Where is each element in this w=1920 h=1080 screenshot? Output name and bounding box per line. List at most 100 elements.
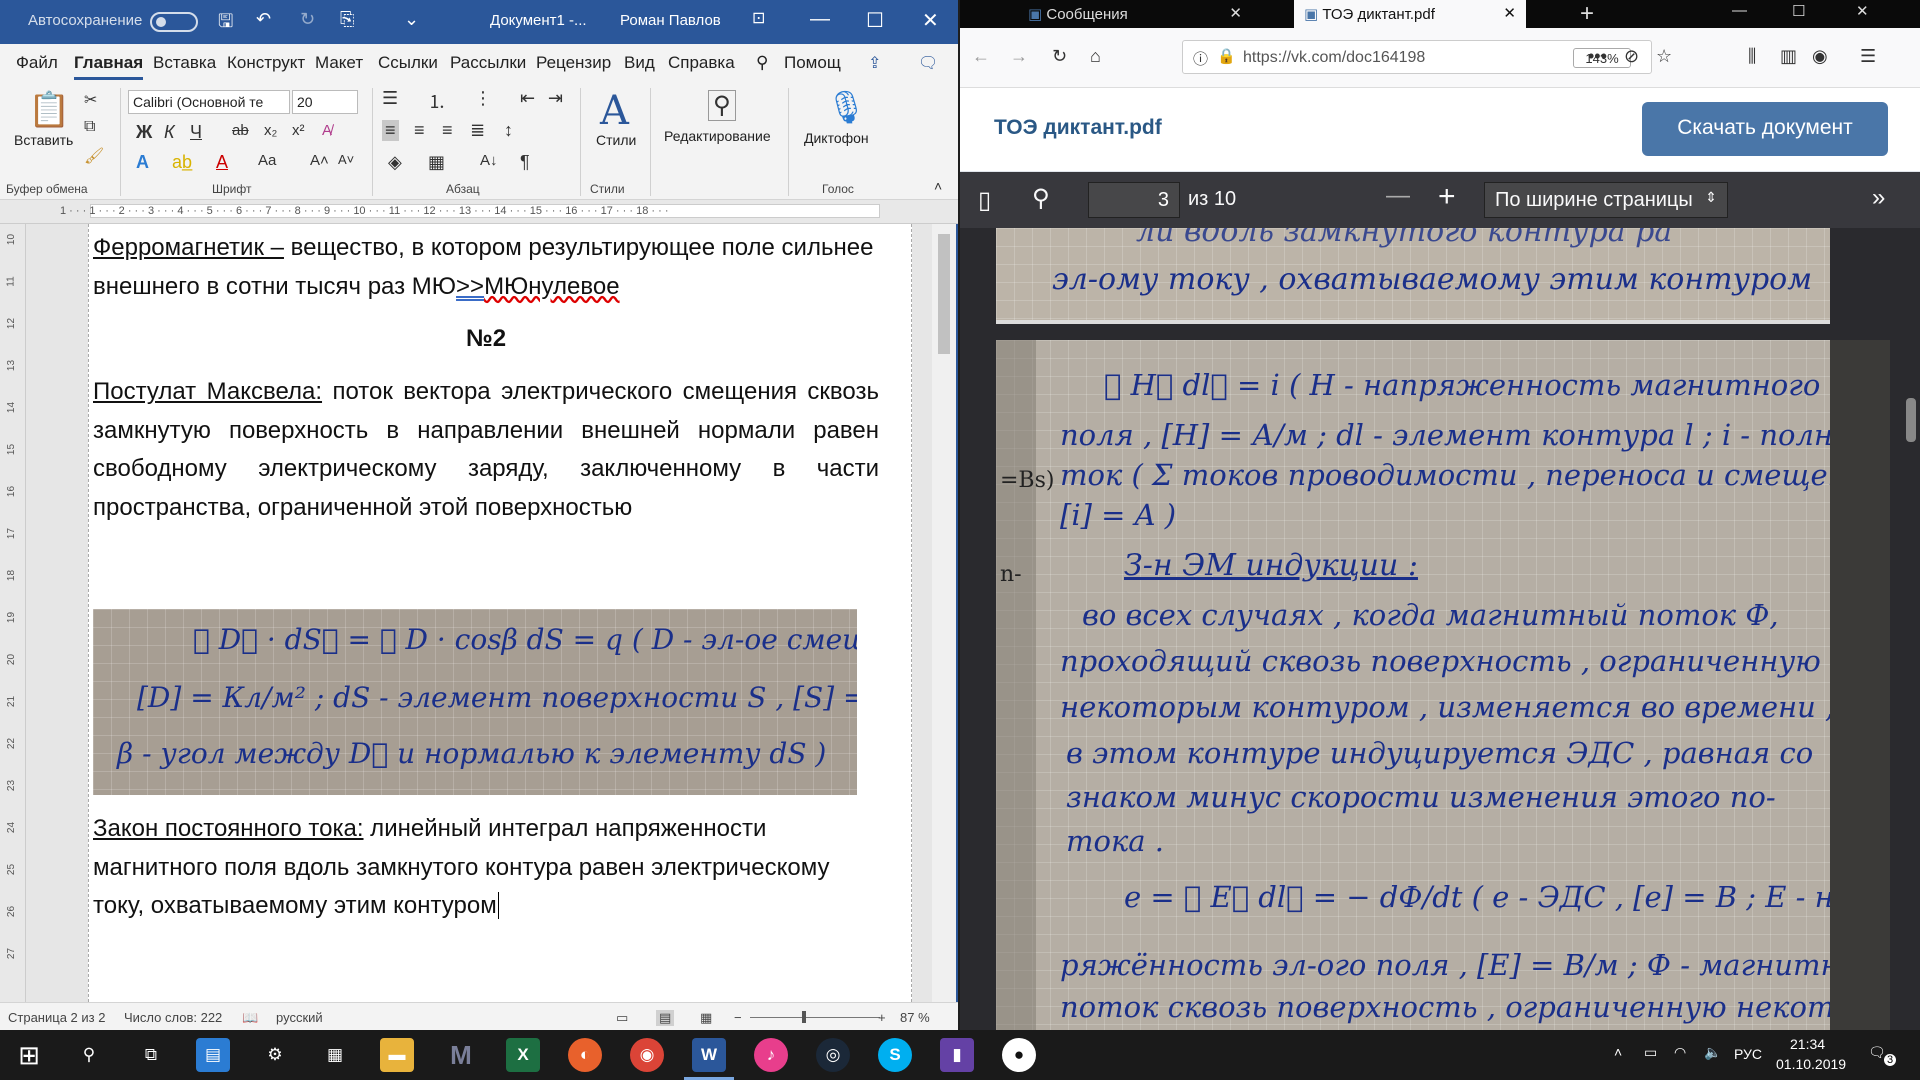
show-marks-icon[interactable]: ¶ xyxy=(520,152,530,173)
search-icon[interactable]: ⚲ xyxy=(72,1038,106,1072)
language-indicator[interactable]: РУС xyxy=(1734,1046,1762,1062)
handwritten-photo[interactable]: ∮ D⃗ · dS⃗ = ∮ D · cosβ dS = q ( D - эл-… xyxy=(93,609,857,795)
word-icon[interactable]: W xyxy=(684,1038,734,1080)
zoom-slider[interactable] xyxy=(750,1011,880,1023)
grow-font-icon[interactable]: A˄ xyxy=(310,152,329,169)
multilevel-list-icon[interactable]: ⋮ xyxy=(474,88,492,109)
tools-icon[interactable]: » xyxy=(1872,184,1885,212)
font-color-icon[interactable]: A xyxy=(216,152,228,173)
autosave-toggle[interactable] xyxy=(150,12,198,32)
change-case-icon[interactable]: Aa xyxy=(258,152,276,169)
align-left-icon[interactable]: ≡ xyxy=(382,120,399,141)
editing-button[interactable]: Редактирование xyxy=(664,128,771,144)
tab-messages[interactable]: ▣ Сообщения ✕ xyxy=(1018,0,1252,28)
search-icon[interactable]: ⚲ xyxy=(1032,184,1050,213)
tab-pdf[interactable]: ▣ ТОЭ диктант.pdf ✕ xyxy=(1294,0,1526,28)
firefox-icon[interactable]: ◐ xyxy=(568,1038,602,1072)
page-number-input[interactable]: 3 xyxy=(1088,182,1180,218)
format-painter-icon[interactable]: 🖌 xyxy=(84,146,104,166)
italic-icon[interactable]: К xyxy=(164,122,175,143)
microphone-icon[interactable]: 🎙 xyxy=(826,88,867,126)
styles-button[interactable]: Стили xyxy=(596,132,636,148)
tab-mailings[interactable]: Рассылки xyxy=(450,53,526,73)
word-vertical-scrollbar[interactable] xyxy=(932,224,956,1002)
styles-icon[interactable]: A xyxy=(600,88,629,134)
windows-start-icon[interactable]: ⊞ xyxy=(12,1038,46,1072)
pocket-icon[interactable]: ⊘ xyxy=(1624,46,1639,67)
decrease-indent-icon[interactable]: ⇤ xyxy=(520,88,535,109)
maximize-icon[interactable]: ☐ xyxy=(1792,2,1805,20)
paste-button[interactable]: Вставить xyxy=(14,132,73,148)
skype-icon[interactable]: S xyxy=(878,1038,912,1072)
task-view-icon[interactable]: ⧉ xyxy=(134,1038,168,1072)
home-icon[interactable]: ⌂ xyxy=(1090,46,1101,67)
info-icon[interactable]: ⓘ xyxy=(1193,48,1208,69)
read-mode-icon[interactable]: ▭ xyxy=(616,1010,628,1026)
font-size-select[interactable]: 20 xyxy=(292,90,358,114)
paragraph-maxwell[interactable]: Постулат Максвела: поток вектора электри… xyxy=(93,373,879,527)
download-button[interactable]: Скачать документ xyxy=(1642,102,1888,156)
back-icon[interactable]: ← xyxy=(972,46,990,67)
steam-icon[interactable]: ◎ xyxy=(816,1038,850,1072)
highlight-icon[interactable]: ab̲ xyxy=(172,152,192,173)
settings-icon[interactable]: ⚙ xyxy=(258,1038,292,1072)
sidebar-icon[interactable]: ▥ xyxy=(1780,46,1797,67)
shading-icon[interactable]: ◈ xyxy=(388,152,402,173)
clear-formatting-icon[interactable]: A̸ xyxy=(322,122,332,139)
pdf-viewer[interactable]: ли вдоль замкнутого контура ра эл-ому то… xyxy=(960,228,1920,1030)
language-indicator[interactable]: русский xyxy=(276,1010,323,1025)
tab-references[interactable]: Ссылки xyxy=(378,53,438,73)
paragraph-dc-law[interactable]: Закон постоянного тока: линейный интегра… xyxy=(93,810,879,926)
page-count[interactable]: Страница 2 из 2 xyxy=(8,1010,105,1025)
font-name-select[interactable]: Calibri (Основной те xyxy=(128,90,290,114)
clock-time[interactable]: 21:34 xyxy=(1790,1036,1825,1052)
superscript-icon[interactable]: x² xyxy=(292,122,305,139)
clock-date[interactable]: 01.10.2019 xyxy=(1776,1056,1846,1072)
calculator-icon[interactable]: ▦ xyxy=(318,1038,352,1072)
bullets-icon[interactable]: ☰ xyxy=(382,88,398,109)
tell-me-input[interactable]: Помощ xyxy=(784,53,841,73)
bold-icon[interactable]: Ж xyxy=(136,122,152,143)
align-right-icon[interactable]: ≡ xyxy=(442,120,453,141)
comments-icon[interactable]: 🗨 xyxy=(918,53,938,73)
increase-indent-icon[interactable]: ⇥ xyxy=(548,88,563,109)
redo-icon[interactable]: ↻ xyxy=(300,9,315,30)
zoom-select[interactable]: По ширине страницы ⇕ xyxy=(1484,182,1728,218)
underline-icon[interactable]: Ч xyxy=(190,122,202,143)
address-bar[interactable]: ⓘ 🔒 https://vk.com/doc164198 143% xyxy=(1182,40,1652,74)
borders-icon[interactable]: ▦ xyxy=(428,152,445,173)
wifi-icon[interactable]: ◠ xyxy=(1674,1044,1686,1061)
find-icon[interactable]: ⚲ xyxy=(708,90,736,121)
close-tab-icon[interactable]: ✕ xyxy=(1503,4,1516,22)
close-icon[interactable]: ✕ xyxy=(1856,2,1869,20)
proofing-icon[interactable]: 📖 xyxy=(242,1010,258,1026)
zoom-out-icon[interactable]: — xyxy=(1386,182,1410,210)
library-icon[interactable]: ⫼ xyxy=(1748,46,1756,67)
vertical-ruler[interactable]: 10 11 12 13 14 15 16 17 18 19 20 21 22 23 24 25 26 27 xyxy=(0,224,26,1002)
excel-icon[interactable]: X xyxy=(506,1038,540,1072)
text-effects-icon[interactable]: A xyxy=(136,152,149,173)
account-icon[interactable]: ◉ xyxy=(1812,46,1828,67)
user-name[interactable]: Роман Павлов xyxy=(620,12,721,29)
sidebar-toggle-icon[interactable]: ▯ xyxy=(978,186,991,215)
dictate-button[interactable]: Диктофон xyxy=(804,130,869,146)
undo-icon[interactable]: ↶ xyxy=(256,9,271,30)
tab-help[interactable]: Справка xyxy=(668,53,735,73)
pdf-scrollbar[interactable] xyxy=(1902,228,1920,1030)
close-tab-icon[interactable]: ✕ xyxy=(1229,4,1242,22)
paragraph-ferromagnet[interactable]: Ферромагнетик – вещество, в котором резу… xyxy=(93,229,879,306)
maximize-icon[interactable]: ☐ xyxy=(866,8,884,33)
web-layout-icon[interactable]: ▦ xyxy=(700,1010,712,1026)
file-explorer-icon[interactable]: ▬ xyxy=(380,1038,414,1072)
paste-icon[interactable]: 📋 xyxy=(28,90,70,130)
tab-view[interactable]: Вид xyxy=(624,53,655,73)
tab-review[interactable]: Рецензир xyxy=(536,53,611,73)
copy-icon[interactable]: ⧉ xyxy=(84,118,95,136)
zoom-level[interactable]: 87 % xyxy=(900,1010,930,1025)
search-icon[interactable]: ⚲ xyxy=(756,53,768,73)
align-center-icon[interactable]: ≡ xyxy=(414,120,425,141)
sort-icon[interactable]: A↓ xyxy=(480,152,498,169)
url-text[interactable]: https://vk.com/doc164198 xyxy=(1243,49,1425,67)
contacts-app-icon[interactable]: ▤ xyxy=(196,1038,230,1072)
share-icon[interactable]: ⇪ xyxy=(868,53,881,73)
